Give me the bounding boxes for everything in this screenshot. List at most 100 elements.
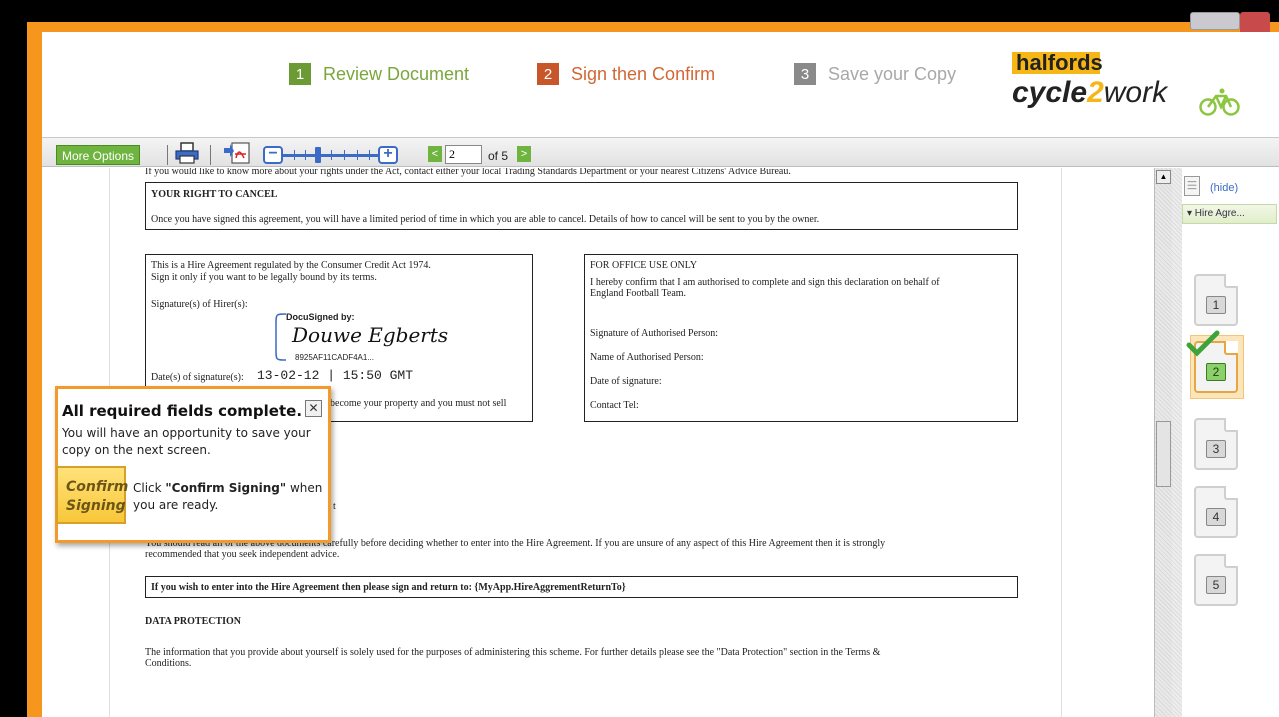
popup-title: All required fields complete. [62,402,303,420]
step-number: 2 [537,63,559,85]
window-button[interactable] [1190,12,1240,30]
hire-line-1: This is a Hire Agreement regulated by th… [151,260,431,271]
page-fold [1224,341,1238,355]
confirm-signing-button[interactable]: Confirm Signing [56,466,128,524]
page-fold [1224,486,1238,500]
toolbar: More Options − + < 2 of 5 > [42,137,1279,167]
zoom-tick [331,150,332,160]
scrollbar-thumb[interactable] [1156,421,1171,487]
zoom-tick [305,150,306,160]
header: 1 Review Document 2 Sign then Confirm 3 … [42,32,1279,137]
zoom-slider-thumb[interactable] [315,147,321,163]
frame-border-top [27,22,1279,32]
rights-line: If you would like to know more about you… [145,168,791,177]
office-line-2: England Football Team. [590,288,687,299]
logo-work: work [1103,76,1168,109]
bicycle-icon [1199,88,1240,116]
next-page-button[interactable]: > [517,146,531,162]
docusign-envelope-id: 8925AF11CADF4A1... [295,353,375,362]
document-list-icon[interactable] [1184,176,1200,196]
hire-line-2: Sign it only if you want to be legally b… [151,272,377,283]
authorised-name-label: Name of Authorised Person: [590,352,704,363]
previous-page-button[interactable]: < [428,146,442,162]
step-label: Save your Copy [828,63,957,84]
frame-border-left [27,22,42,717]
page-thumbnail-1[interactable]: 1 [1194,274,1238,326]
property-text: become your property and you must not se… [330,398,507,409]
authorised-signature-label: Signature of Authorised Person: [590,328,719,339]
hire-agreement-tab[interactable]: ▾ Hire Agre... [1182,204,1277,224]
thumbnail-page-number: 5 [1206,576,1226,594]
page-thumbnail-4[interactable]: 4 [1194,486,1238,538]
toolbar-separator [167,145,168,165]
confirm-label-line-2: Signing [66,498,126,514]
data-protection-heading: DATA PROTECTION [145,616,242,627]
page-thumbnail-3[interactable]: 3 [1194,418,1238,470]
docusign-label: DocuSigned by: [286,312,355,322]
cancel-heading: YOUR RIGHT TO CANCEL [151,189,278,200]
step-review-document[interactable]: 1 Review Document [289,63,469,85]
zoom-tick [357,150,358,160]
cancel-text: Once you have signed this agreement, you… [151,214,820,225]
zoom-out-button[interactable]: − [263,146,283,164]
document-scrollbar[interactable]: ▲ [1154,168,1172,717]
page-thumbnail-panel: (hide) ▾ Hire Agre... 1 2 3 4 5 [1182,168,1279,717]
zoom-tick [344,150,345,160]
signature-date: 13-02-12 | 15:50 GMT [257,368,414,383]
zoom-tick [294,150,295,160]
zoom-tick [369,150,370,160]
page-fold [1224,274,1238,288]
thumbnail-page-number: 2 [1206,363,1226,381]
page-number-input[interactable]: 2 [445,145,482,164]
date-label: Date(s) of signature(s): [151,372,244,383]
page-thumbnail-5[interactable]: 5 [1194,554,1238,606]
step-number: 3 [794,63,816,85]
thumbnail-page-number: 1 [1206,296,1226,314]
window-close-button[interactable] [1240,12,1270,34]
signature-label: Signature(s) of Hirer(s): [151,299,248,310]
data-protection-line-2: Conditions. [145,658,192,669]
toolbar-separator [210,145,211,165]
panel-gutter [1172,168,1182,717]
checkmark-icon [1186,330,1220,357]
halfords-cycle2work-logo: halfords cycle2work [1008,48,1240,128]
step-label: Review Document [323,63,470,84]
instruction-prefix: Click [133,481,166,495]
close-icon[interactable]: ✕ [305,400,322,417]
browser-frame: 1 Review Document 2 Sign then Confirm 3 … [0,0,1279,717]
page-fold [1224,554,1238,568]
office-line-1: I hereby confirm that I am authorised to… [590,277,940,288]
step-number: 1 [289,63,311,85]
scroll-up-arrow-icon[interactable]: ▲ [1156,170,1171,184]
thumbnail-page-number: 4 [1206,508,1226,526]
partial-text: t [333,501,336,512]
return-text: If you wish to enter into the Hire Agree… [151,582,626,593]
contact-tel-label: Contact Tel: [590,400,639,411]
thumbnail-page-number: 3 [1206,440,1226,458]
hirer-signature: Douwe Egberts [292,323,449,347]
fields-complete-popup: All required fields complete. ✕ You will… [55,386,331,543]
hide-thumbnails-link[interactable]: (hide) [1210,182,1238,194]
logo-halfords-text: halfords [1016,50,1103,75]
step-sign-then-confirm[interactable]: 2 Sign then Confirm [537,63,715,85]
confirm-signing-label: Confirm Signing [66,478,128,516]
instruction-button-name: "Confirm Signing" [165,481,287,495]
popup-instruction: Click "Confirm Signing" when you are rea… [133,480,323,514]
read-line-2: recommended that you seek independent ad… [145,549,340,560]
logo-two: 2 [1087,76,1104,109]
pdf-download-icon[interactable] [222,142,250,164]
page-fold [1224,418,1238,432]
confirm-label-line-1: Confirm [66,479,129,495]
logo-cycle2work-text: cycle2work [1012,76,1167,110]
zoom-in-button[interactable]: + [378,146,398,164]
office-heading: FOR OFFICE USE ONLY [590,260,698,271]
step-save-your-copy[interactable]: 3 Save your Copy [794,63,956,85]
logo-cycle: cycle [1012,76,1088,109]
print-icon[interactable] [175,142,199,164]
step-label: Sign then Confirm [571,63,716,84]
popup-message: You will have an opportunity to save you… [62,426,311,457]
authorised-date-label: Date of signature: [590,376,662,387]
data-protection-line-1: The information that you provide about y… [145,647,881,658]
signing-app: 1 Review Document 2 Sign then Confirm 3 … [42,32,1279,717]
more-options-button[interactable]: More Options [56,145,141,165]
